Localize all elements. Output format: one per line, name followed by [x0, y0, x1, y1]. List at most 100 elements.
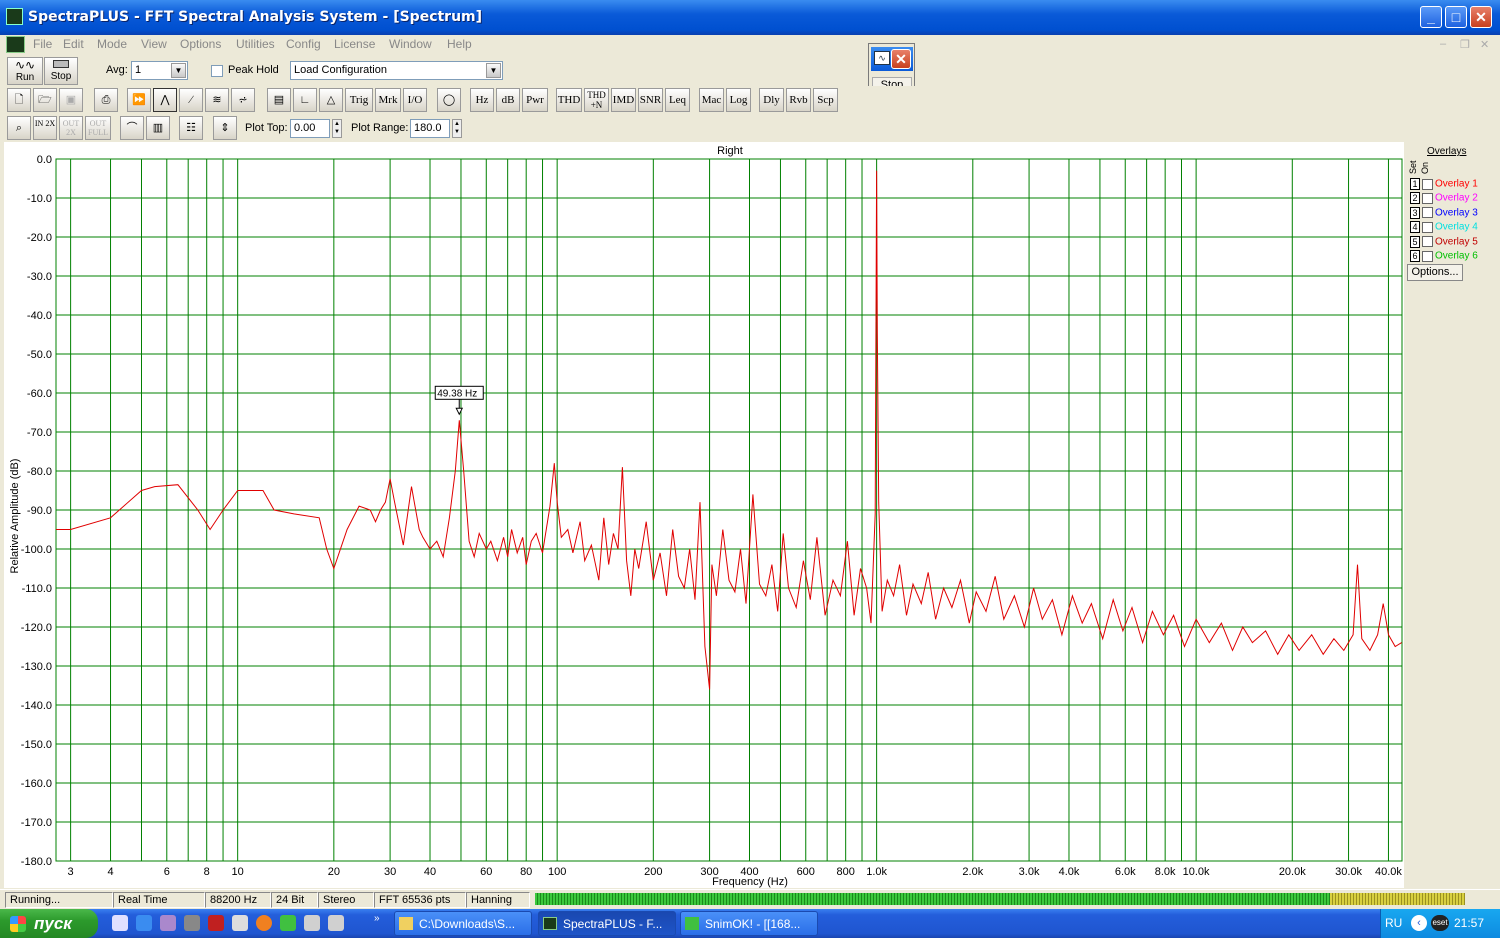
peak-hold-checkbox[interactable]: [211, 65, 223, 77]
table-view-icon[interactable]: ☷: [179, 116, 203, 140]
snr-button[interactable]: SNR: [638, 88, 663, 112]
dly-button[interactable]: Dly: [759, 88, 784, 112]
thdn-button[interactable]: THD +N: [584, 88, 609, 112]
maximize-button[interactable]: □: [1445, 6, 1467, 28]
print-icon[interactable]: ⎙: [94, 88, 118, 112]
db-button[interactable]: dB: [496, 88, 520, 112]
plot-top-input[interactable]: 0.00: [290, 119, 330, 138]
fast-forward-icon[interactable]: ⏩: [127, 88, 151, 112]
vertical-scale-icon[interactable]: ⇕: [213, 116, 237, 140]
menu-window[interactable]: Window: [389, 37, 432, 51]
mdi-close-icon[interactable]: ✕: [1480, 38, 1489, 51]
menu-help[interactable]: Help: [447, 37, 472, 51]
editor-icon[interactable]: [232, 915, 248, 931]
spectrum-plot-panel[interactable]: 0.0 -10.0 -20.0 -30.0 -40.0 -50.0 -60.0 -70.0 -8…: [4, 142, 1404, 888]
imd-button[interactable]: IMD: [611, 88, 636, 112]
title-bar[interactable]: SpectraPLUS - FFT Spectral Analysis Syst…: [0, 0, 1500, 35]
thd-button[interactable]: THD: [556, 88, 582, 112]
close-icon[interactable]: ✕: [891, 49, 911, 69]
app-quicklaunch-icon[interactable]: [184, 915, 200, 931]
tool-icon[interactable]: [304, 915, 320, 931]
firefox-icon[interactable]: [256, 915, 272, 931]
menu-license[interactable]: License: [334, 37, 375, 51]
magnifier-icon[interactable]: ⌕: [7, 116, 31, 140]
menu-config[interactable]: Config: [286, 37, 321, 51]
cr-icon[interactable]: [328, 915, 344, 931]
open-folder-icon[interactable]: 🗁: [33, 88, 57, 112]
menu-view[interactable]: View: [141, 37, 167, 51]
filezilla-icon[interactable]: [208, 915, 224, 931]
overlay-set-button[interactable]: 3: [1410, 206, 1420, 219]
quicklaunch-expand-icon[interactable]: »: [374, 913, 380, 924]
spectrum-chart[interactable]: 0.0 -10.0 -20.0 -30.0 -40.0 -50.0 -60.0 -70.0 -8…: [4, 142, 1404, 888]
leq-button[interactable]: Leq: [665, 88, 690, 112]
minimize-button[interactable]: _: [1420, 6, 1442, 28]
quicklaunch-icon[interactable]: [112, 915, 128, 931]
overlay-on-checkbox[interactable]: [1422, 207, 1433, 219]
task-spectraplus[interactable]: SpectraPLUS - F...: [538, 911, 676, 936]
pwr-button[interactable]: Pwr: [522, 88, 548, 112]
zoom-out-2x-button[interactable]: OUT 2X: [59, 116, 83, 140]
bar-plot-icon[interactable]: ▥: [146, 116, 170, 140]
close-button[interactable]: ✕: [1470, 6, 1492, 28]
run-button[interactable]: ∿∿ Run: [7, 57, 43, 85]
calculator-icon[interactable]: ▤: [267, 88, 291, 112]
axis-icon[interactable]: ∟: [293, 88, 317, 112]
app-icon[interactable]: [6, 8, 23, 25]
ie-icon[interactable]: [136, 915, 152, 931]
menu-mode[interactable]: Mode: [97, 37, 127, 51]
configuration-select[interactable]: Load Configuration ▼: [290, 61, 503, 80]
menu-options[interactable]: Options: [180, 37, 221, 51]
overlay-on-checkbox[interactable]: [1422, 178, 1433, 190]
overlay-on-checkbox[interactable]: [1422, 250, 1433, 262]
document-icon[interactable]: [6, 36, 25, 53]
line-plot-icon[interactable]: ⌒: [120, 116, 144, 140]
hz-button[interactable]: Hz: [470, 88, 494, 112]
media-icon[interactable]: [160, 915, 176, 931]
new-file-icon[interactable]: 🗋: [7, 88, 31, 112]
overlay-set-button[interactable]: 5: [1410, 235, 1420, 248]
overlay-set-button[interactable]: 4: [1410, 221, 1420, 234]
overlay-on-checkbox[interactable]: [1422, 192, 1433, 204]
scp-button[interactable]: Scp: [813, 88, 838, 112]
time-series-icon[interactable]: ∕: [179, 88, 203, 112]
language-indicator[interactable]: RU: [1385, 916, 1402, 930]
peak-icon[interactable]: △: [319, 88, 343, 112]
overlay-set-button[interactable]: 6: [1410, 250, 1420, 262]
spectrogram-icon[interactable]: ≋: [205, 88, 229, 112]
log-button[interactable]: Log: [726, 88, 751, 112]
utility-icon[interactable]: [280, 915, 296, 931]
spectrum-mode-icon[interactable]: ⋀: [153, 88, 177, 112]
mrk-button[interactable]: Mrk: [375, 88, 401, 112]
menu-file[interactable]: File: [33, 37, 52, 51]
mac-button[interactable]: Mac: [699, 88, 724, 112]
task-downloads[interactable]: C:\Downloads\S...: [394, 911, 532, 936]
overlay-set-button[interactable]: 2: [1410, 192, 1420, 205]
3d-surface-icon[interactable]: ⩫: [231, 88, 255, 112]
rvb-button[interactable]: Rvb: [786, 88, 811, 112]
frequency-marker[interactable]: 49.38 Hz: [434, 385, 484, 416]
generator-icon[interactable]: ◯: [437, 88, 461, 112]
antivirus-icon[interactable]: eset: [1431, 915, 1449, 931]
overlay-options-button[interactable]: Options...: [1407, 264, 1463, 281]
stop-button[interactable]: Stop: [44, 57, 78, 85]
tray-collapse-icon[interactable]: ‹: [1411, 915, 1427, 931]
io-button[interactable]: I/O: [403, 88, 427, 112]
plot-range-input[interactable]: 180.0: [410, 119, 450, 138]
mdi-minimize-icon[interactable]: –: [1440, 38, 1446, 50]
zoom-out-full-button[interactable]: OUT FULL: [85, 116, 111, 140]
avg-select[interactable]: 1 ▼: [131, 61, 188, 80]
plot-top-spinner[interactable]: ▲ ▼: [332, 119, 342, 138]
overlay-on-checkbox[interactable]: [1422, 221, 1433, 233]
task-snimok[interactable]: SnimOK! - [[168...: [680, 911, 818, 936]
zoom-in-2x-button[interactable]: IN 2X: [33, 116, 57, 140]
trig-button[interactable]: Trig: [345, 88, 373, 112]
overlay-on-checkbox[interactable]: [1422, 236, 1433, 248]
overlay-set-button[interactable]: 1: [1410, 178, 1420, 190]
plot-range-spinner[interactable]: ▲ ▼: [452, 119, 462, 138]
mdi-restore-icon[interactable]: ❐: [1460, 38, 1470, 51]
start-button[interactable]: пуск: [0, 909, 98, 938]
menu-edit[interactable]: Edit: [63, 37, 84, 51]
save-icon[interactable]: ▣: [59, 88, 83, 112]
menu-utilities[interactable]: Utilities: [236, 37, 275, 51]
